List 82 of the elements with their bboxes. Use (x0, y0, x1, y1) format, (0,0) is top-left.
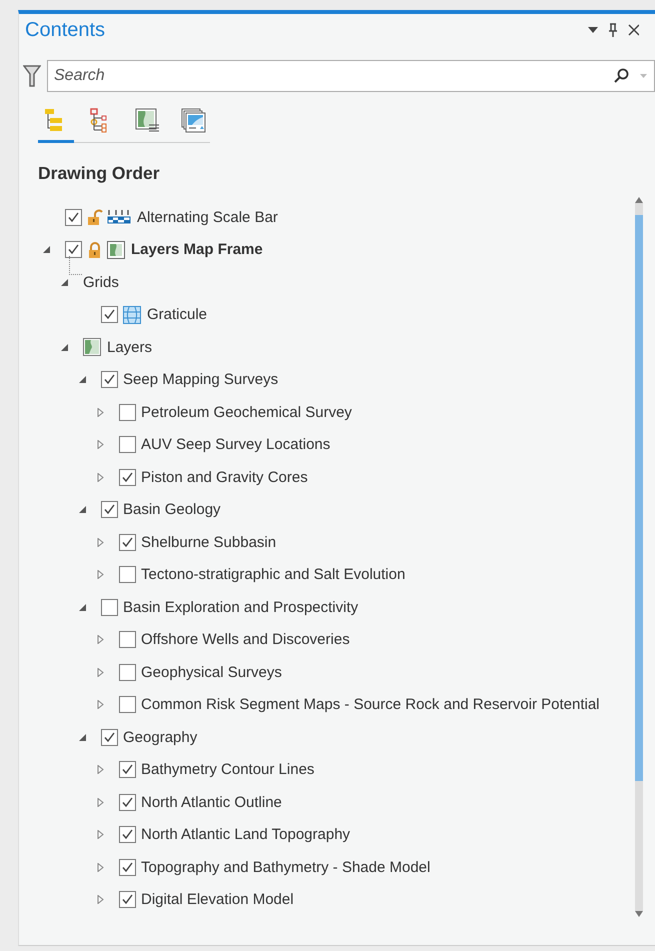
search-icon[interactable] (613, 68, 629, 84)
checkbox[interactable] (119, 436, 136, 454)
checkbox[interactable] (101, 371, 118, 388)
checkbox[interactable] (119, 534, 136, 551)
layer-name[interactable]: Basin Exploration and Prospectivity (123, 598, 358, 616)
dropdown-caret-icon[interactable] (588, 27, 598, 33)
connector-line (69, 256, 82, 275)
checkbox[interactable] (119, 468, 136, 486)
layer-name[interactable]: Common Risk Segment Maps - Source Rock and Reservoir Potential (141, 696, 600, 714)
collapse-arrow-icon[interactable] (79, 732, 87, 742)
layer-name[interactable]: Geophysical Surveys (141, 664, 282, 681)
checkbox[interactable] (101, 501, 118, 518)
expand-arrow-icon[interactable] (97, 472, 105, 482)
collapse-arrow-icon[interactable] (61, 278, 69, 287)
checkbox[interactable] (101, 728, 118, 746)
checkbox[interactable] (119, 826, 136, 844)
scroll-up-arrow-icon[interactable] (635, 197, 643, 203)
layer-name[interactable]: AUV Seep Survey Locations (141, 436, 330, 454)
checkbox[interactable] (119, 891, 136, 908)
checkbox[interactable] (119, 761, 136, 778)
expand-arrow-icon[interactable] (97, 408, 105, 417)
checkbox[interactable] (119, 631, 136, 648)
expand-arrow-icon[interactable] (97, 635, 105, 644)
layer-name[interactable]: Basin Geology (123, 501, 221, 518)
checkbox[interactable] (101, 598, 118, 616)
checkbox[interactable] (119, 566, 136, 584)
layer-name[interactable]: Petroleum Geochemical Survey (141, 404, 352, 421)
scale-bar-icon (107, 208, 131, 226)
checkbox[interactable] (119, 858, 136, 876)
expand-arrow-icon[interactable] (97, 570, 105, 580)
layer-name[interactable]: Alternating Scale Bar (137, 208, 278, 226)
layer-name[interactable]: Digital Elevation Model (141, 891, 294, 908)
layer-name[interactable]: Graticule (147, 306, 208, 324)
expand-arrow-icon[interactable] (97, 765, 105, 774)
expand-arrow-icon[interactable] (97, 700, 105, 710)
checkbox[interactable] (101, 306, 118, 324)
collapse-arrow-icon[interactable] (43, 245, 51, 254)
layer-name[interactable]: North Atlantic Land Topography (141, 826, 350, 844)
grid-icon (123, 306, 141, 324)
pin-icon[interactable] (608, 23, 618, 37)
checkbox[interactable] (65, 241, 82, 258)
filter-icon[interactable] (23, 65, 41, 87)
checkbox[interactable] (65, 208, 82, 226)
map-frame-icon (107, 240, 125, 259)
layer-name[interactable]: Topography and Bathymetry - Shade Model (141, 858, 430, 876)
search-field[interactable]: Search (47, 60, 655, 92)
pages-icon (181, 108, 207, 134)
layer-name[interactable]: Layers (107, 338, 152, 356)
layer-name[interactable]: Offshore Wells and Discoveries (141, 631, 350, 648)
checkbox[interactable] (119, 794, 136, 811)
layer-name[interactable]: Bathymetry Contour Lines (141, 761, 314, 778)
collapse-arrow-icon[interactable] (79, 375, 87, 384)
close-icon[interactable] (628, 24, 639, 36)
layer-name[interactable]: Seep Mapping Surveys (123, 371, 278, 388)
expand-arrow-icon[interactable] (97, 538, 105, 547)
expand-arrow-icon[interactable] (97, 668, 105, 677)
layer-name[interactable]: North Atlantic Outline (141, 794, 282, 811)
checkbox[interactable] (119, 404, 136, 421)
scrollbar-thumb[interactable] (635, 215, 643, 781)
expand-arrow-icon[interactable] (97, 895, 105, 904)
lock-icon[interactable] (87, 242, 103, 258)
map-icon (83, 338, 101, 356)
unlocked-lock-icon[interactable] (87, 209, 103, 226)
pane-title: Contents (25, 18, 106, 42)
expand-arrow-icon[interactable] (97, 440, 105, 450)
expand-arrow-icon[interactable] (97, 830, 105, 840)
section-heading: Drawing Order (38, 163, 161, 185)
collapse-arrow-icon[interactable] (61, 342, 69, 352)
map-page-icon (135, 108, 161, 134)
scroll-down-arrow-icon[interactable] (635, 911, 643, 917)
collapse-arrow-icon[interactable] (79, 505, 87, 514)
layer-name[interactable]: Grids (83, 274, 119, 291)
layer-name[interactable]: Piston and Gravity Cores (141, 468, 308, 486)
checkbox[interactable] (119, 664, 136, 681)
layer-name[interactable]: Shelburne Subbasin (141, 534, 276, 551)
layer-name[interactable]: Tectono-stratigraphic and Salt Evolution (141, 566, 406, 584)
expand-arrow-icon[interactable] (97, 798, 105, 807)
layer-name[interactable]: Geography (123, 728, 198, 746)
expand-arrow-icon[interactable] (97, 862, 105, 872)
checkbox[interactable] (119, 696, 136, 714)
collapse-arrow-icon[interactable] (79, 602, 87, 612)
layer-name[interactable]: Layers Map Frame (131, 241, 263, 258)
